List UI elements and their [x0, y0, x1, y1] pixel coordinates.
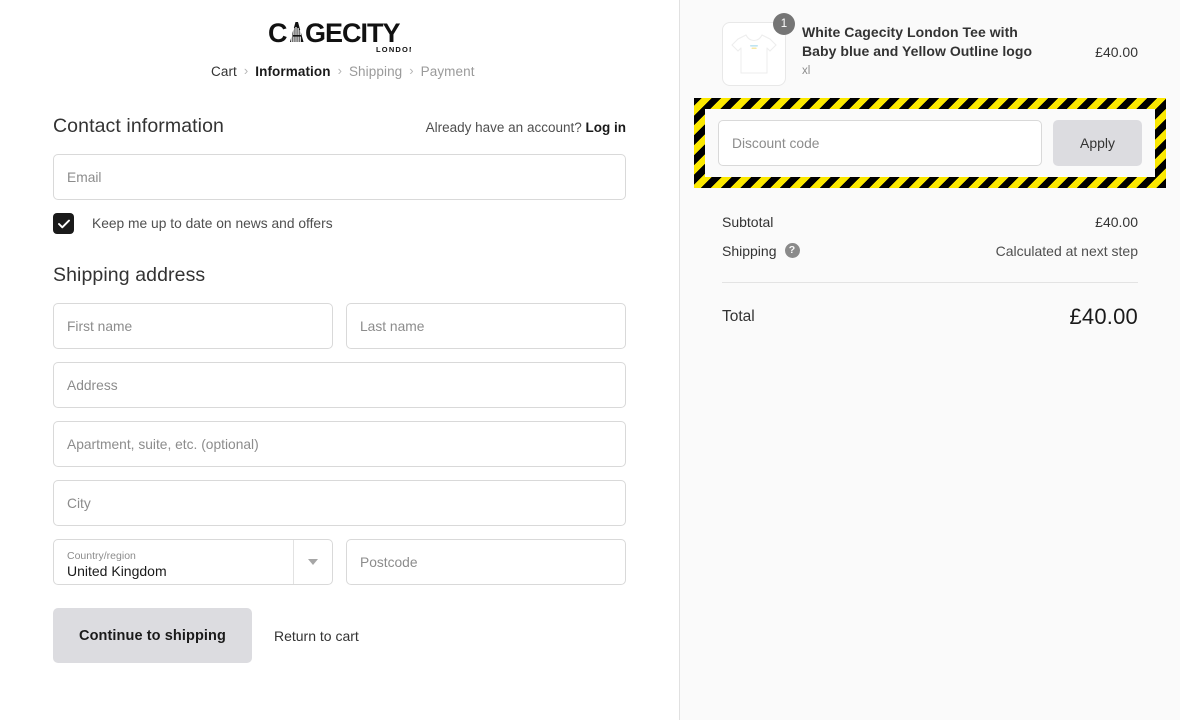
- help-question-icon[interactable]: ?: [784, 243, 800, 258]
- tshirt-icon: [731, 34, 777, 74]
- country-postcode-row: Country/region United Kingdom Postcode: [53, 539, 626, 585]
- account-prompt-text: Already have an account?: [425, 120, 582, 135]
- store-logo[interactable]: C GECITY LONDON: [53, 0, 626, 58]
- breadcrumb-separator-icon: ›: [409, 62, 414, 78]
- newsletter-label: Keep me up to date on news and offers: [92, 216, 333, 231]
- city-field[interactable]: City: [53, 480, 626, 526]
- continue-to-shipping-button[interactable]: Continue to shipping: [53, 608, 252, 663]
- first-name-placeholder: First name: [67, 318, 133, 334]
- account-prompt: Already have an account? Log in: [426, 120, 626, 135]
- order-line-item: 1 White Cagecity London Tee with Baby bl…: [722, 0, 1138, 86]
- shipping-label-group: Shipping ?: [722, 243, 800, 259]
- country-region-label: Country/region: [67, 549, 136, 562]
- subtotal-row: Subtotal £40.00: [722, 207, 1138, 236]
- shipping-value: Calculated at next step: [995, 242, 1138, 259]
- totals-section: Subtotal £40.00 Shipping ? Calculated at…: [722, 188, 1138, 330]
- email-field[interactable]: Email: [53, 154, 626, 200]
- cagecity-london-logo-icon[interactable]: C GECITY LONDON: [268, 18, 411, 58]
- chevron-down-icon[interactable]: [293, 540, 332, 584]
- svg-text:LONDON: LONDON: [376, 45, 411, 54]
- order-summary-column: 1 White Cagecity London Tee with Baby bl…: [679, 0, 1180, 720]
- last-name-field[interactable]: Last name: [346, 303, 626, 349]
- checkout-form-column: C GECITY LONDON: [0, 0, 679, 720]
- country-region-value: United Kingdom: [67, 562, 167, 579]
- apartment-field[interactable]: Apartment, suite, etc. (optional): [53, 421, 626, 467]
- postcode-placeholder: Postcode: [360, 554, 418, 570]
- name-row: First name Last name: [53, 303, 626, 362]
- discount-code-placeholder: Discount code: [732, 135, 820, 151]
- newsletter-checkbox[interactable]: [53, 213, 74, 234]
- contact-information-title: Contact information: [53, 115, 224, 137]
- log-in-link[interactable]: Log in: [586, 120, 627, 135]
- product-thumbnail-wrap: 1: [722, 13, 795, 86]
- subtotal-value: £40.00: [1095, 213, 1138, 230]
- line-item-price: £40.00: [1095, 44, 1138, 60]
- shipping-row: Shipping ? Calculated at next step: [722, 236, 1138, 265]
- first-name-field[interactable]: First name: [53, 303, 333, 349]
- address-field[interactable]: Address: [53, 362, 626, 408]
- breadcrumb-item-shipping: Shipping: [348, 63, 403, 79]
- contact-information-header: Contact information Already have an acco…: [53, 115, 626, 138]
- email-field-placeholder: Email: [67, 169, 102, 185]
- total-value: £40.00: [1069, 304, 1138, 329]
- city-placeholder: City: [67, 495, 91, 511]
- checkout-page: C GECITY LONDON: [0, 0, 1180, 720]
- return-to-cart-link[interactable]: Return to cart: [274, 628, 359, 644]
- address-placeholder: Address: [67, 377, 118, 393]
- apply-discount-button[interactable]: Apply: [1053, 120, 1142, 166]
- discount-row: Discount code Apply: [705, 109, 1155, 177]
- quantity-badge: 1: [773, 13, 795, 35]
- subtotal-label: Subtotal: [722, 213, 774, 230]
- line-item-variant: xl: [802, 65, 811, 77]
- last-name-placeholder: Last name: [360, 318, 425, 334]
- apartment-placeholder: Apartment, suite, etc. (optional): [67, 436, 259, 452]
- newsletter-opt-in[interactable]: Keep me up to date on news and offers: [53, 213, 626, 234]
- shipping-label: Shipping: [722, 242, 777, 259]
- line-item-details: White Cagecity London Tee with Baby blue…: [786, 22, 1095, 77]
- line-item-title: White Cagecity London Tee with Baby blue…: [802, 24, 1033, 59]
- form-actions: Continue to shipping Return to cart: [53, 608, 626, 663]
- shipping-address-title: Shipping address: [53, 264, 206, 286]
- breadcrumb-item-information[interactable]: Information: [255, 64, 330, 79]
- total-label: Total: [722, 308, 755, 325]
- breadcrumb-item-payment: Payment: [420, 63, 475, 79]
- check-icon: [57, 219, 70, 228]
- svg-text:C: C: [268, 18, 287, 48]
- discount-highlight-annotation: Discount code Apply: [694, 98, 1166, 188]
- breadcrumb: Cart › Information › Shipping › Payment: [53, 58, 626, 84]
- grand-total-row: Total £40.00: [722, 283, 1138, 330]
- postcode-field[interactable]: Postcode: [346, 539, 626, 585]
- breadcrumb-separator-icon: ›: [337, 62, 342, 78]
- breadcrumb-separator-icon: ›: [243, 62, 249, 78]
- breadcrumb-item-cart[interactable]: Cart: [211, 64, 237, 79]
- svg-text:GECITY: GECITY: [305, 18, 401, 48]
- country-region-select[interactable]: Country/region United Kingdom: [53, 539, 333, 585]
- discount-code-input[interactable]: Discount code: [718, 120, 1042, 166]
